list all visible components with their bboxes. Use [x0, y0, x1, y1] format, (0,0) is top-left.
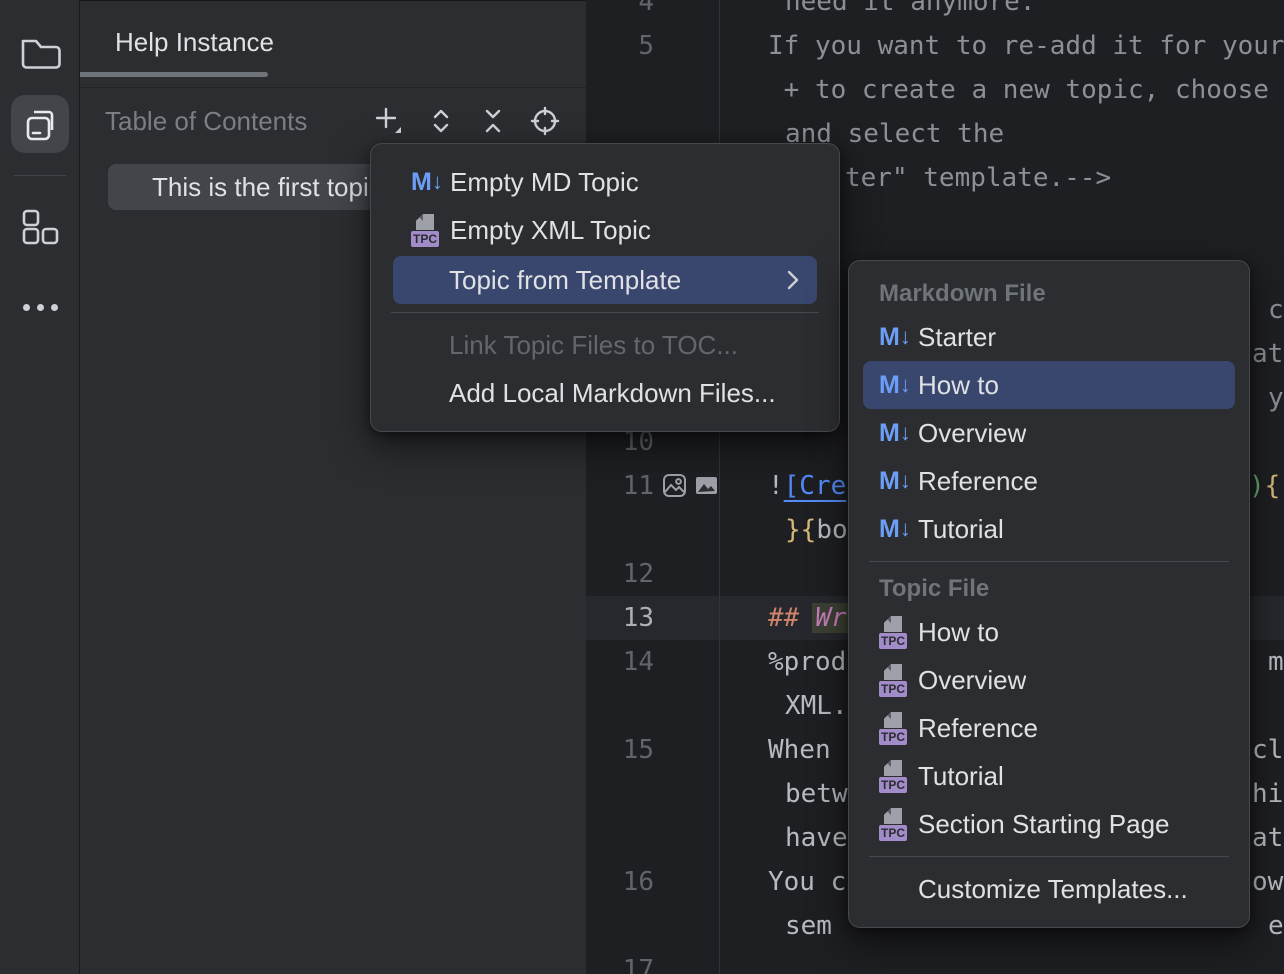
add-topic-button[interactable] [371, 103, 407, 139]
menu-item-topic-from-template[interactable]: Topic from Template [393, 256, 817, 304]
submenu-item-reference-topic[interactable]: TPC Reference [849, 704, 1249, 752]
toc-toolbar [371, 103, 563, 139]
menu-separator [391, 312, 819, 313]
submenu-section-header: Markdown File [849, 275, 1249, 313]
topic-file-icon: TPC [411, 215, 441, 245]
image-outline-icon [662, 473, 687, 498]
submenu-section-header: Topic File [849, 570, 1249, 608]
topic-file-icon: TPC [879, 665, 909, 695]
plus-dropdown-icon [374, 106, 404, 136]
instances-stack-icon [20, 104, 60, 144]
menu-item-add-local-markdown[interactable]: Add Local Markdown Files... [371, 369, 839, 417]
markdown-file-icon: M↓ [879, 418, 909, 448]
more-tool-windows-button[interactable] [11, 278, 69, 336]
add-topic-context-menu: M↓ Empty MD Topic TPC Empty XML Topic To… [370, 143, 840, 432]
submenu-item-overview-md[interactable]: M↓ Overview [849, 409, 1249, 457]
submenu-item-tutorial-topic[interactable]: TPC Tutorial [849, 752, 1249, 800]
topic-file-icon: TPC [879, 713, 909, 743]
topic-file-icon: TPC [879, 617, 909, 647]
markdown-file-icon: M↓ [879, 322, 909, 352]
toc-item-label: This is the first topic [152, 172, 382, 203]
gutter-image-icons[interactable] [662, 473, 719, 498]
collapse-all-button[interactable] [475, 103, 511, 139]
tool-window-stripe [0, 0, 80, 974]
target-icon [530, 106, 560, 136]
structure-icon [21, 209, 59, 245]
toc-section-label: Table of Contents [105, 106, 307, 137]
editor-line: 5 If you want to re-add it for your [586, 24, 1284, 68]
submenu-chevron-icon [787, 270, 799, 290]
menu-separator [869, 561, 1229, 562]
editor-line: + to create a new topic, choose t [586, 68, 1284, 112]
active-tab-underline [80, 72, 268, 77]
topic-template-submenu: Markdown File M↓ Starter M↓ How to M↓ Ov… [848, 260, 1250, 928]
submenu-item-section-starting-page[interactable]: TPC Section Starting Page [849, 800, 1249, 848]
submenu-item-reference-md[interactable]: M↓ Reference [849, 457, 1249, 505]
submenu-item-customize-templates[interactable]: Customize Templates... [849, 865, 1249, 913]
markdown-file-icon: M↓ [879, 514, 909, 544]
markdown-file-icon: M↓ [411, 167, 441, 197]
ide-window: Help Instance Table of Contents [0, 0, 1284, 974]
header-divider [80, 87, 586, 88]
image-filled-icon [694, 473, 719, 498]
submenu-item-how-to-md[interactable]: M↓ How to [863, 361, 1235, 409]
collapse-all-icon [479, 107, 507, 135]
submenu-item-starter[interactable]: M↓ Starter [849, 313, 1249, 361]
menu-item-empty-md-topic[interactable]: M↓ Empty MD Topic [371, 158, 839, 206]
folder-icon [19, 34, 61, 72]
editor-line: 4 need it anymore. [586, 0, 1284, 24]
submenu-item-overview-topic[interactable]: TPC Overview [849, 656, 1249, 704]
menu-separator [869, 856, 1229, 857]
stripe-divider [14, 175, 66, 176]
project-tool-button[interactable] [11, 24, 69, 82]
ellipsis-icon [23, 304, 58, 311]
editor-line: 17 [586, 948, 1284, 974]
expand-all-button[interactable] [423, 103, 459, 139]
submenu-item-tutorial-md[interactable]: M↓ Tutorial [849, 505, 1249, 553]
topic-file-icon: TPC [879, 809, 909, 839]
locate-in-toc-button[interactable] [527, 103, 563, 139]
menu-item-empty-xml-topic[interactable]: TPC Empty XML Topic [371, 206, 839, 254]
tool-window-title: Help Instance [115, 27, 274, 58]
expand-all-icon [427, 107, 455, 135]
markdown-file-icon: M↓ [879, 466, 909, 496]
submenu-item-how-to-topic[interactable]: TPC How to [849, 608, 1249, 656]
topic-file-icon: TPC [879, 761, 909, 791]
structure-tool-button[interactable] [11, 198, 69, 256]
menu-item-link-topic-files: Link Topic Files to TOC... [371, 321, 839, 369]
writerside-tool-button[interactable] [11, 95, 69, 153]
markdown-file-icon: M↓ [879, 370, 909, 400]
